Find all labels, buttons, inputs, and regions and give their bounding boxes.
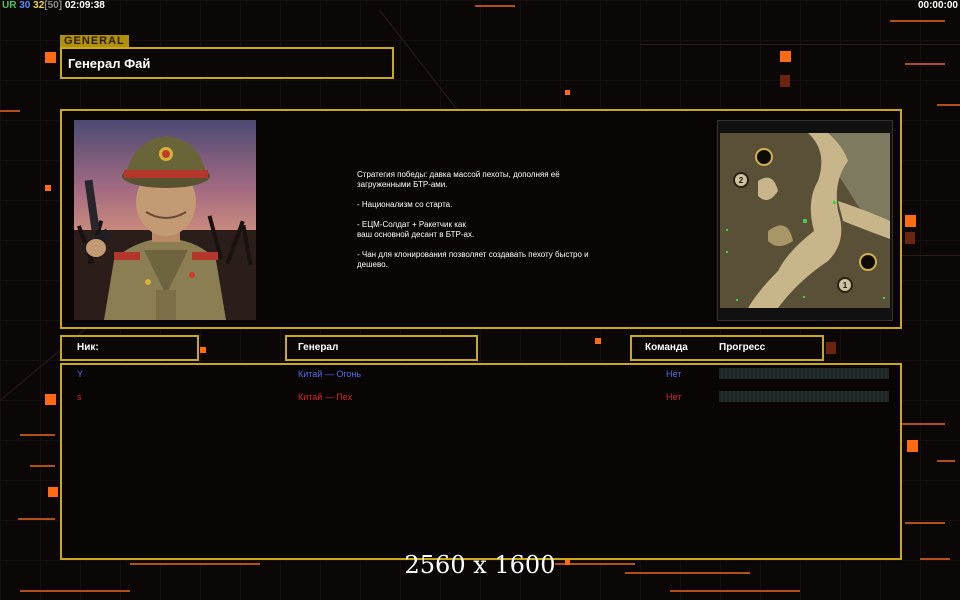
hud-players-count: 30 <box>19 0 31 11</box>
decor-square <box>45 185 51 191</box>
decor-line <box>20 590 130 592</box>
decor-line <box>670 590 800 592</box>
player-general: Китай — Огонь <box>298 369 362 379</box>
general-name-box: Генерал Фай <box>60 47 394 79</box>
general-info-panel: Стратегия победы: давка массой пехоты, д… <box>60 109 902 329</box>
player-row[interactable]: s Китай — Пех Нет <box>62 389 900 405</box>
hud-clock: 02:09:38 <box>64 0 105 11</box>
decor-line <box>0 110 20 112</box>
nick-column-header: Ник: <box>60 335 199 361</box>
decor-square <box>45 394 56 405</box>
hud-players-ready: 32 <box>33 0 45 11</box>
decor-square <box>200 347 206 353</box>
description-line: - ЕЦМ-Солдат + Ракетчик как ваш основной… <box>357 220 475 239</box>
decor-line <box>20 434 55 436</box>
decor-line <box>30 465 55 467</box>
decor-line <box>937 104 960 106</box>
decor-square <box>907 440 918 452</box>
player-team: Нет <box>666 369 682 379</box>
players-panel: Y Китай — Огонь Нет s Китай — Пех Нет <box>60 363 902 560</box>
player-row[interactable]: Y Китай — Огонь Нет <box>62 366 900 382</box>
decor-line <box>905 522 945 524</box>
decor-line <box>937 460 955 462</box>
decor-square <box>565 90 570 95</box>
general-description: Стратегия победы: давка массой пехоты, д… <box>357 170 657 280</box>
decor-square <box>48 487 58 497</box>
map-preview[interactable]: 2 1 <box>717 120 893 321</box>
resolution-watermark: 2560 x 1600 <box>404 551 556 579</box>
general-column-header: Генерал <box>285 335 478 361</box>
decor-square <box>780 75 790 87</box>
team-progress-column-header: Команда Прогресс <box>630 335 824 361</box>
decor-square <box>905 232 915 244</box>
player-team: Нет <box>666 392 682 402</box>
decor-square <box>905 215 916 227</box>
decor-line <box>890 20 945 22</box>
decor-square <box>780 51 791 62</box>
team-column-label: Команда <box>645 342 688 353</box>
decor-square <box>45 52 56 63</box>
decor-square <box>826 342 836 354</box>
map-start-2: 2 <box>739 176 744 185</box>
player-general: Китай — Пех <box>298 392 353 402</box>
hud-ur-label: UR <box>2 0 17 11</box>
decor-line <box>905 63 945 65</box>
general-name: Генерал Фай <box>68 56 151 71</box>
player-progress-bar <box>719 391 889 402</box>
hud-status: UR 30 32[50] 02:09:38 <box>2 0 105 11</box>
decor-square <box>595 338 601 344</box>
general-tag: GENERAL <box>60 35 129 47</box>
general-column-label: Генерал <box>298 342 339 353</box>
player-progress-bar <box>719 368 889 379</box>
nick-column-label: Ник: <box>77 342 99 353</box>
player-nick: s <box>77 392 82 402</box>
general-portrait <box>74 120 256 320</box>
progress-column-label: Прогресс <box>719 342 766 353</box>
decor-line <box>18 518 55 520</box>
decor-line <box>475 5 515 7</box>
hud-timer: 00:00:00 <box>917 0 958 11</box>
player-nick: Y <box>77 369 84 379</box>
hud-players-max: [50] <box>44 0 63 11</box>
decor-line <box>640 44 960 45</box>
description-line: - Национализм со старта. <box>357 200 453 209</box>
map-start-1: 1 <box>843 281 848 290</box>
description-line: Стратегия победы: давка массой пехоты, д… <box>357 170 560 189</box>
description-line: - Чан для клонирования позволяет создава… <box>357 250 589 269</box>
